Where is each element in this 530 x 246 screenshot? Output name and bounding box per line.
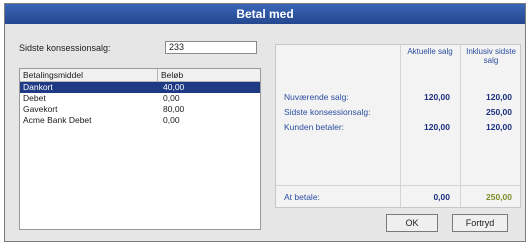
payment-methods-table: Betalingsmiddel Beløb Dankort 40,00 Debe… [19,68,261,230]
method-name: Gavekort [23,104,58,114]
table-row[interactable]: Debet 0,00 [20,93,260,104]
method-name: Acme Bank Debet [23,115,92,125]
table-row[interactable]: Dankort 40,00 [20,82,260,93]
column-header-method[interactable]: Betalingsmiddel [20,69,158,81]
method-amount: 0,00 [163,93,180,103]
amount-due-label: At betale: [284,192,320,202]
ok-button[interactable]: OK [386,214,438,232]
last-sale-including-value: 250,00 [486,107,512,117]
last-sale-row-label: Sidste konsessionsalg: [284,107,371,117]
last-sale-label: Sidste konsessionsalg: [19,43,111,53]
last-sale-field[interactable]: 233 [165,41,257,54]
dialog-title: Betal med [5,4,525,24]
table-row[interactable]: Gavekort 80,00 [20,104,260,115]
cancel-button[interactable]: Fortryd [452,214,508,232]
left-pane: Sidste konsessionsalg: 233 Betalingsmidd… [5,24,267,241]
payment-dialog: Betal med Sidste konsessionsalg: 233 Bet… [4,3,526,242]
current-sale-including-value: 120,00 [486,92,512,102]
column-divider [460,45,461,207]
column-current-sale: Aktuelle salg [407,47,453,56]
column-including-last-sale: Inklusiv sidste salg [466,47,516,65]
method-name: Debet [23,93,46,103]
current-sale-value: 120,00 [424,92,450,102]
method-amount: 80,00 [163,104,185,114]
summary-panel: Aktuelle salg Inklusiv sidste salg Nuvær… [275,44,521,208]
customer-pays-including-value: 120,00 [486,122,512,132]
method-amount: 40,00 [163,82,185,92]
method-amount: 0,00 [163,115,180,125]
column-divider [400,45,401,207]
summary-divider [276,185,520,186]
customer-pays-label: Kunden betaler: [284,122,345,132]
method-name: Dankort [23,82,53,92]
amount-due-including-value: 250,00 [486,192,512,202]
amount-due-value: 0,00 [433,192,450,202]
table-header: Betalingsmiddel Beløb [20,69,260,82]
right-pane: Aktuelle salg Inklusiv sidste salg Nuvær… [267,24,525,241]
customer-pays-value: 120,00 [424,122,450,132]
current-sale-label: Nuværende salg: [284,92,349,102]
column-header-amount[interactable]: Beløb [158,69,183,81]
table-row[interactable]: Acme Bank Debet 0,00 [20,115,260,126]
